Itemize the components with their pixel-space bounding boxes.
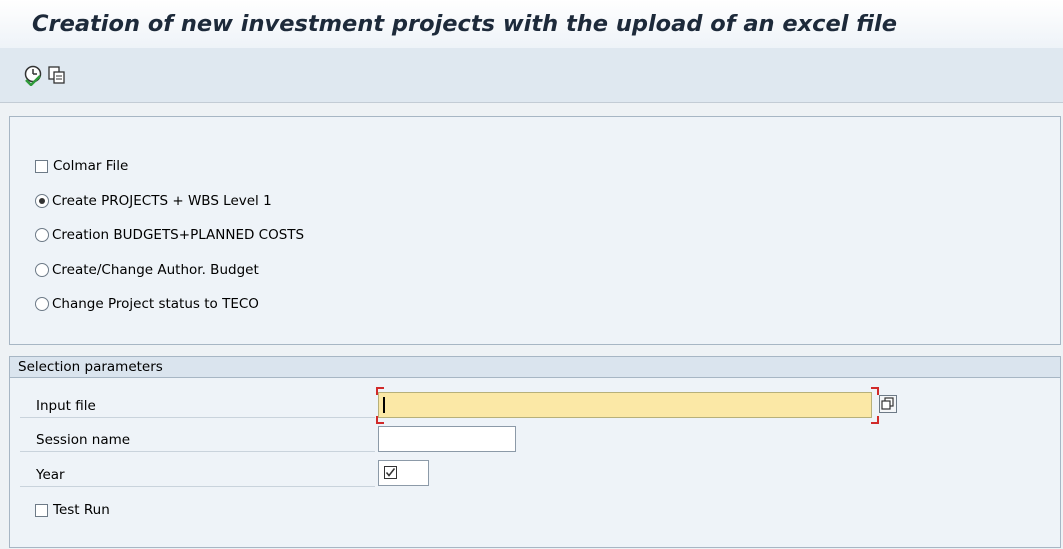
radio-label: Change Project status to TECO — [52, 296, 259, 312]
test-run-checkbox[interactable] — [35, 503, 48, 517]
selection-parameters-panel: Selection parameters Input file Session … — [9, 356, 1061, 548]
selection-parameters-header: Selection parameters — [10, 357, 1060, 378]
colmar-file-label: Colmar File — [53, 158, 129, 174]
title-bar: Creation of new investment projects with… — [0, 0, 1063, 48]
radio-button[interactable] — [35, 228, 49, 242]
required-marker — [376, 387, 384, 395]
test-run-option[interactable]: Test Run — [35, 499, 110, 521]
radio-author-budget[interactable]: Create/Change Author. Budget — [35, 259, 259, 281]
text-caret — [383, 397, 385, 413]
radio-label: Creation BUDGETS+PLANNED COSTS — [52, 227, 305, 243]
session-name-field[interactable] — [378, 426, 516, 452]
radio-teco-status[interactable]: Change Project status to TECO — [35, 293, 259, 315]
input-file-field[interactable] — [378, 392, 872, 418]
colmar-file-option[interactable]: Colmar File — [35, 155, 128, 177]
year-field[interactable] — [378, 460, 429, 486]
radio-button[interactable] — [35, 297, 49, 311]
execute-icon[interactable] — [22, 64, 44, 87]
input-file-label: Input file — [20, 394, 375, 418]
radio-button[interactable] — [35, 263, 49, 277]
required-marker — [871, 416, 879, 424]
radio-label: Create PROJECTS + WBS Level 1 — [52, 193, 272, 209]
checkmark-icon — [384, 466, 397, 479]
required-marker — [376, 416, 384, 424]
required-marker — [871, 387, 879, 395]
copy-variant-icon[interactable] — [46, 64, 68, 86]
radio-label: Create/Change Author. Budget — [52, 262, 259, 278]
toolbar — [0, 48, 1063, 103]
options-panel: Colmar File Create PROJECTS + WBS Level … — [9, 116, 1061, 345]
radio-create-projects[interactable]: Create PROJECTS + WBS Level 1 — [35, 190, 272, 212]
colmar-file-checkbox[interactable] — [35, 159, 48, 173]
page-title: Creation of new investment projects with… — [32, 11, 897, 37]
value-help-icon[interactable] — [879, 395, 897, 413]
session-name-label: Session name — [20, 428, 375, 452]
radio-creation-budgets[interactable]: Creation BUDGETS+PLANNED COSTS — [35, 224, 304, 246]
test-run-label: Test Run — [53, 502, 110, 518]
radio-button-selected[interactable] — [35, 194, 49, 208]
year-label: Year — [20, 463, 375, 487]
